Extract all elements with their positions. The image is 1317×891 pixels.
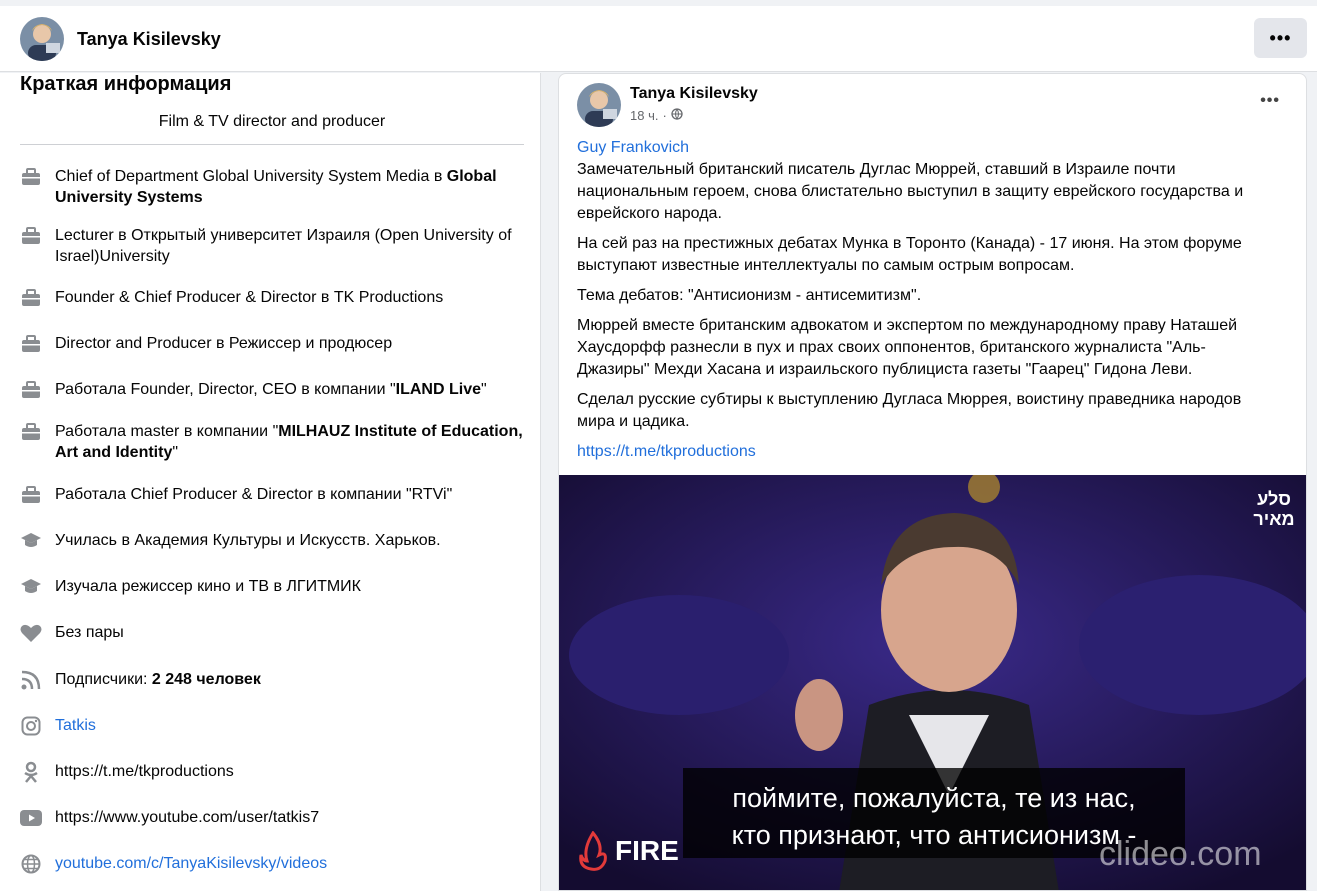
heart-icon	[20, 622, 42, 644]
profile-name[interactable]: Tanya Kisilevsky	[77, 29, 221, 50]
profile-avatar[interactable]	[20, 17, 64, 61]
post-author-avatar[interactable]	[577, 83, 621, 127]
more-options-button[interactable]: •••	[1254, 18, 1307, 58]
rss-icon	[20, 669, 42, 691]
post-time[interactable]: 18 ч.	[630, 108, 658, 123]
instagram-link[interactable]: Tatkis	[55, 715, 96, 736]
channel-logo: סלע מאיר	[1253, 489, 1295, 529]
post-paragraph: Замечательный британский писатель Дуглас…	[577, 161, 1244, 222]
intro-card: Краткая информация Film & TV director an…	[0, 73, 541, 891]
post-paragraph: Мюррей вместе британским адвокатом и экс…	[577, 317, 1238, 378]
website-link[interactable]: youtube.com/c/TanyaKisilevsky/videos	[55, 853, 327, 874]
post-card: Tanya Kisilevsky 18 ч. · ••• Guy Frankov…	[558, 73, 1307, 891]
post-more-button[interactable]: •••	[1260, 92, 1280, 110]
graduation-cap-icon	[20, 530, 42, 552]
intro-bio: Film & TV director and producer	[158, 113, 386, 130]
graduation-cap-icon	[20, 576, 42, 598]
post-paragraph: Тема дебатов: "Антисионизм - антисемитиз…	[577, 287, 922, 304]
post-paragraph: Сделал русские субтиры к выступлению Дуг…	[577, 391, 1242, 430]
youtube-icon	[20, 807, 42, 829]
intro-item-work: Работала Founder, Director, CEO в компан…	[20, 379, 525, 401]
youtube-link[interactable]: https://www.youtube.com/user/tatkis7	[55, 807, 319, 828]
intro-item-work: Lecturer в Открытый университет Израиля …	[20, 225, 525, 267]
profile-header: Tanya Kisilevsky •••	[0, 6, 1317, 72]
meta-separator: ·	[662, 108, 667, 123]
followers-count[interactable]: 2 248 человек	[152, 671, 261, 688]
briefcase-icon	[20, 421, 42, 443]
briefcase-icon	[20, 379, 42, 401]
intro-item-followers: Подписчики: 2 248 человек	[20, 669, 525, 691]
intro-item-education: Изучала режиссер кино и ТВ в ЛГИТМИК	[20, 576, 525, 598]
post-paragraph: На сей раз на престижных дебатах Мунка в…	[577, 235, 1242, 274]
employer-link[interactable]: ILAND Live	[396, 381, 481, 398]
intro-item-work: Founder & Chief Producer & Director в TK…	[20, 287, 525, 309]
briefcase-icon	[20, 166, 42, 188]
intro-item-work: Работала master в компании "MILHAUZ Inst…	[20, 421, 525, 463]
intro-item-website: youtube.com/c/TanyaKisilevsky/videos	[20, 853, 525, 875]
intro-item-education: Училась в Академия Культуры и Искусств. …	[20, 530, 525, 552]
briefcase-icon	[20, 287, 42, 309]
intro-item-work: Chief of Department Global University Sy…	[20, 166, 525, 208]
video-player[interactable]: סלע מאיר поймите, пожалуйста, те из нас,…	[559, 475, 1306, 890]
fire-logo: FIRE	[577, 831, 679, 871]
intro-item-odnoklassniki: https://t.me/tkproductions	[20, 761, 525, 783]
intro-item-work: Работала Chief Producer & Director в ком…	[20, 484, 525, 506]
intro-item-work: Director and Producer в Режиссер и продю…	[20, 333, 525, 355]
intro-item-youtube: https://www.youtube.com/user/tatkis7	[20, 807, 525, 829]
post-link[interactable]: https://t.me/tkproductions	[577, 443, 756, 460]
intro-title: Краткая информация	[20, 73, 232, 95]
odnoklassniki-link[interactable]: https://t.me/tkproductions	[55, 761, 234, 782]
watermark: clideo.com	[1099, 835, 1262, 873]
odnoklassniki-icon	[20, 761, 42, 783]
instagram-icon	[20, 715, 42, 737]
quoted-author-link[interactable]: Guy Frankovich	[577, 137, 1277, 159]
post-text: Guy Frankovich Замечательный британский …	[577, 137, 1277, 463]
divider	[20, 144, 524, 145]
intro-item-instagram: Tatkis	[20, 715, 525, 737]
post-meta: 18 ч. ·	[630, 108, 683, 123]
post-author-name[interactable]: Tanya Kisilevsky	[630, 85, 758, 103]
briefcase-icon	[20, 484, 42, 506]
intro-item-relationship: Без пары	[20, 622, 525, 644]
globe-icon	[671, 108, 683, 123]
globe-icon	[20, 853, 42, 875]
briefcase-icon	[20, 225, 42, 247]
briefcase-icon	[20, 333, 42, 355]
